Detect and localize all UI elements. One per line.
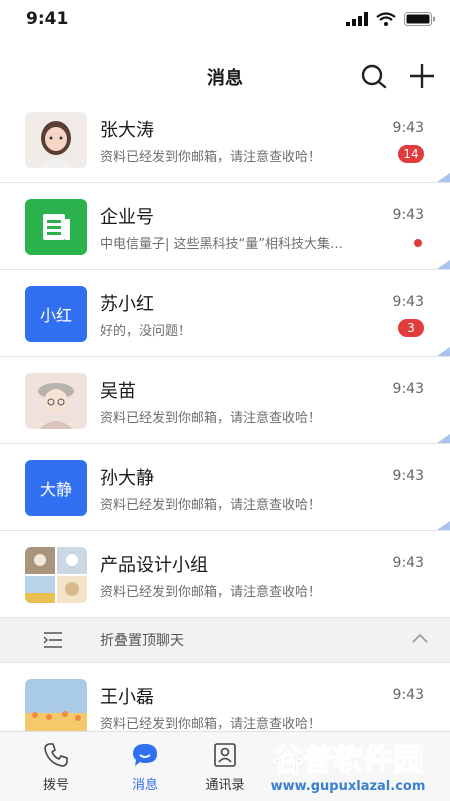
pinned-corner-icon (437, 434, 450, 443)
message-preview: 资料已经发到你邮箱，请注意查收哈！ (100, 150, 322, 165)
watermark-url: www.gupuxlazal.com (271, 779, 426, 794)
tab-label: 拨号 (42, 778, 69, 793)
status-icons (346, 12, 436, 26)
status-time: 9:41 (26, 9, 69, 29)
contact-name: 苏小红 (100, 294, 154, 315)
tab-messages[interactable]: 消息 (100, 732, 190, 801)
pinned-corner-icon (437, 173, 450, 182)
wifi-icon (376, 12, 396, 26)
unread-badge: 3 (398, 319, 424, 337)
site-watermark: 谷普软件园 www.gupuxlazal.com (271, 742, 426, 794)
conversation-row[interactable]: 企业号 中电信量子| 这些黑科技“量”相科技大集… 9:43 (0, 183, 450, 270)
pinned-corner-icon (437, 521, 450, 530)
message-preview: 资料已经发到你邮箱，请注意查收哈！ (100, 411, 322, 426)
add-icon[interactable] (408, 62, 436, 90)
tab-dial[interactable]: 拨号 (11, 732, 101, 801)
conversation-row[interactable]: 小红 苏小红 好的，没问题！ 9:43 3 (0, 270, 450, 357)
unread-badge: 14 (398, 145, 424, 163)
message-time: 9:43 (392, 120, 424, 136)
tab-label: 消息 (131, 778, 158, 793)
message-preview: 资料已经发到你邮箱，请注意查收哈！ (100, 717, 322, 732)
message-time: 9:43 (392, 687, 424, 703)
phone-icon (44, 743, 68, 767)
contact-name: 吴苗 (100, 381, 136, 402)
message-preview: 资料已经发到你邮箱，请注意查收哈！ (100, 585, 322, 600)
nav-bar: 消息 (0, 52, 450, 100)
message-time: 9:43 (392, 555, 424, 571)
battery-icon (404, 12, 435, 26)
group-name: 产品设计小组 (100, 555, 208, 576)
avatar (25, 373, 87, 429)
signal-icon (346, 12, 368, 26)
avatar: 大静 (25, 460, 87, 516)
conversation-row[interactable]: 张大涛 资料已经发到你邮箱，请注意查收哈！ 9:43 14 (0, 96, 450, 183)
status-bar: 9:41 (0, 0, 450, 40)
pinned-corner-icon (437, 260, 450, 269)
unread-dot (414, 239, 422, 247)
pinned-corner-icon (437, 347, 450, 356)
conversation-list: 张大涛 资料已经发到你邮箱，请注意查收哈！ 9:43 14 企业号 中电信量子|… (0, 96, 450, 750)
conversation-row[interactable]: 吴苗 资料已经发到你邮箱，请注意查收哈！ 9:43 (0, 357, 450, 444)
chevron-up-icon[interactable] (412, 632, 428, 644)
message-time: 9:43 (392, 294, 424, 310)
contacts-icon (214, 743, 236, 767)
message-time: 9:43 (392, 207, 424, 223)
group-avatar (25, 547, 87, 603)
chat-bubble-icon (133, 744, 157, 766)
contact-name: 王小磊 (100, 687, 154, 708)
message-time: 9:43 (392, 468, 424, 484)
avatar (25, 679, 87, 735)
avatar (25, 199, 87, 255)
contact-name: 张大涛 (100, 120, 154, 141)
contact-name: 孙大静 (100, 468, 154, 489)
watermark-title: 谷普软件园 (273, 743, 423, 778)
message-time: 9:43 (392, 381, 424, 397)
message-preview: 好的，没问题！ (100, 324, 192, 339)
conversation-row[interactable]: 产品设计小组 资料已经发到你邮箱，请注意查收哈！ 9:43 (0, 531, 450, 618)
search-icon[interactable] (360, 62, 388, 90)
message-preview: 资料已经发到你邮箱，请注意查收哈！ (100, 498, 322, 513)
contact-name: 企业号 (100, 207, 154, 228)
fold-label: 折叠置顶聊天 (100, 633, 184, 649)
conversation-row[interactable]: 大静 孙大静 资料已经发到你邮箱，请注意查收哈！ 9:43 (0, 444, 450, 531)
fold-list-icon (43, 632, 62, 648)
message-preview: 中电信量子| 这些黑科技“量”相科技大集… (100, 237, 343, 252)
fold-pinned-chats[interactable]: 折叠置顶聊天 (0, 618, 450, 663)
avatar: 小红 (25, 286, 87, 342)
avatar (25, 112, 87, 168)
news-icon (43, 214, 70, 240)
